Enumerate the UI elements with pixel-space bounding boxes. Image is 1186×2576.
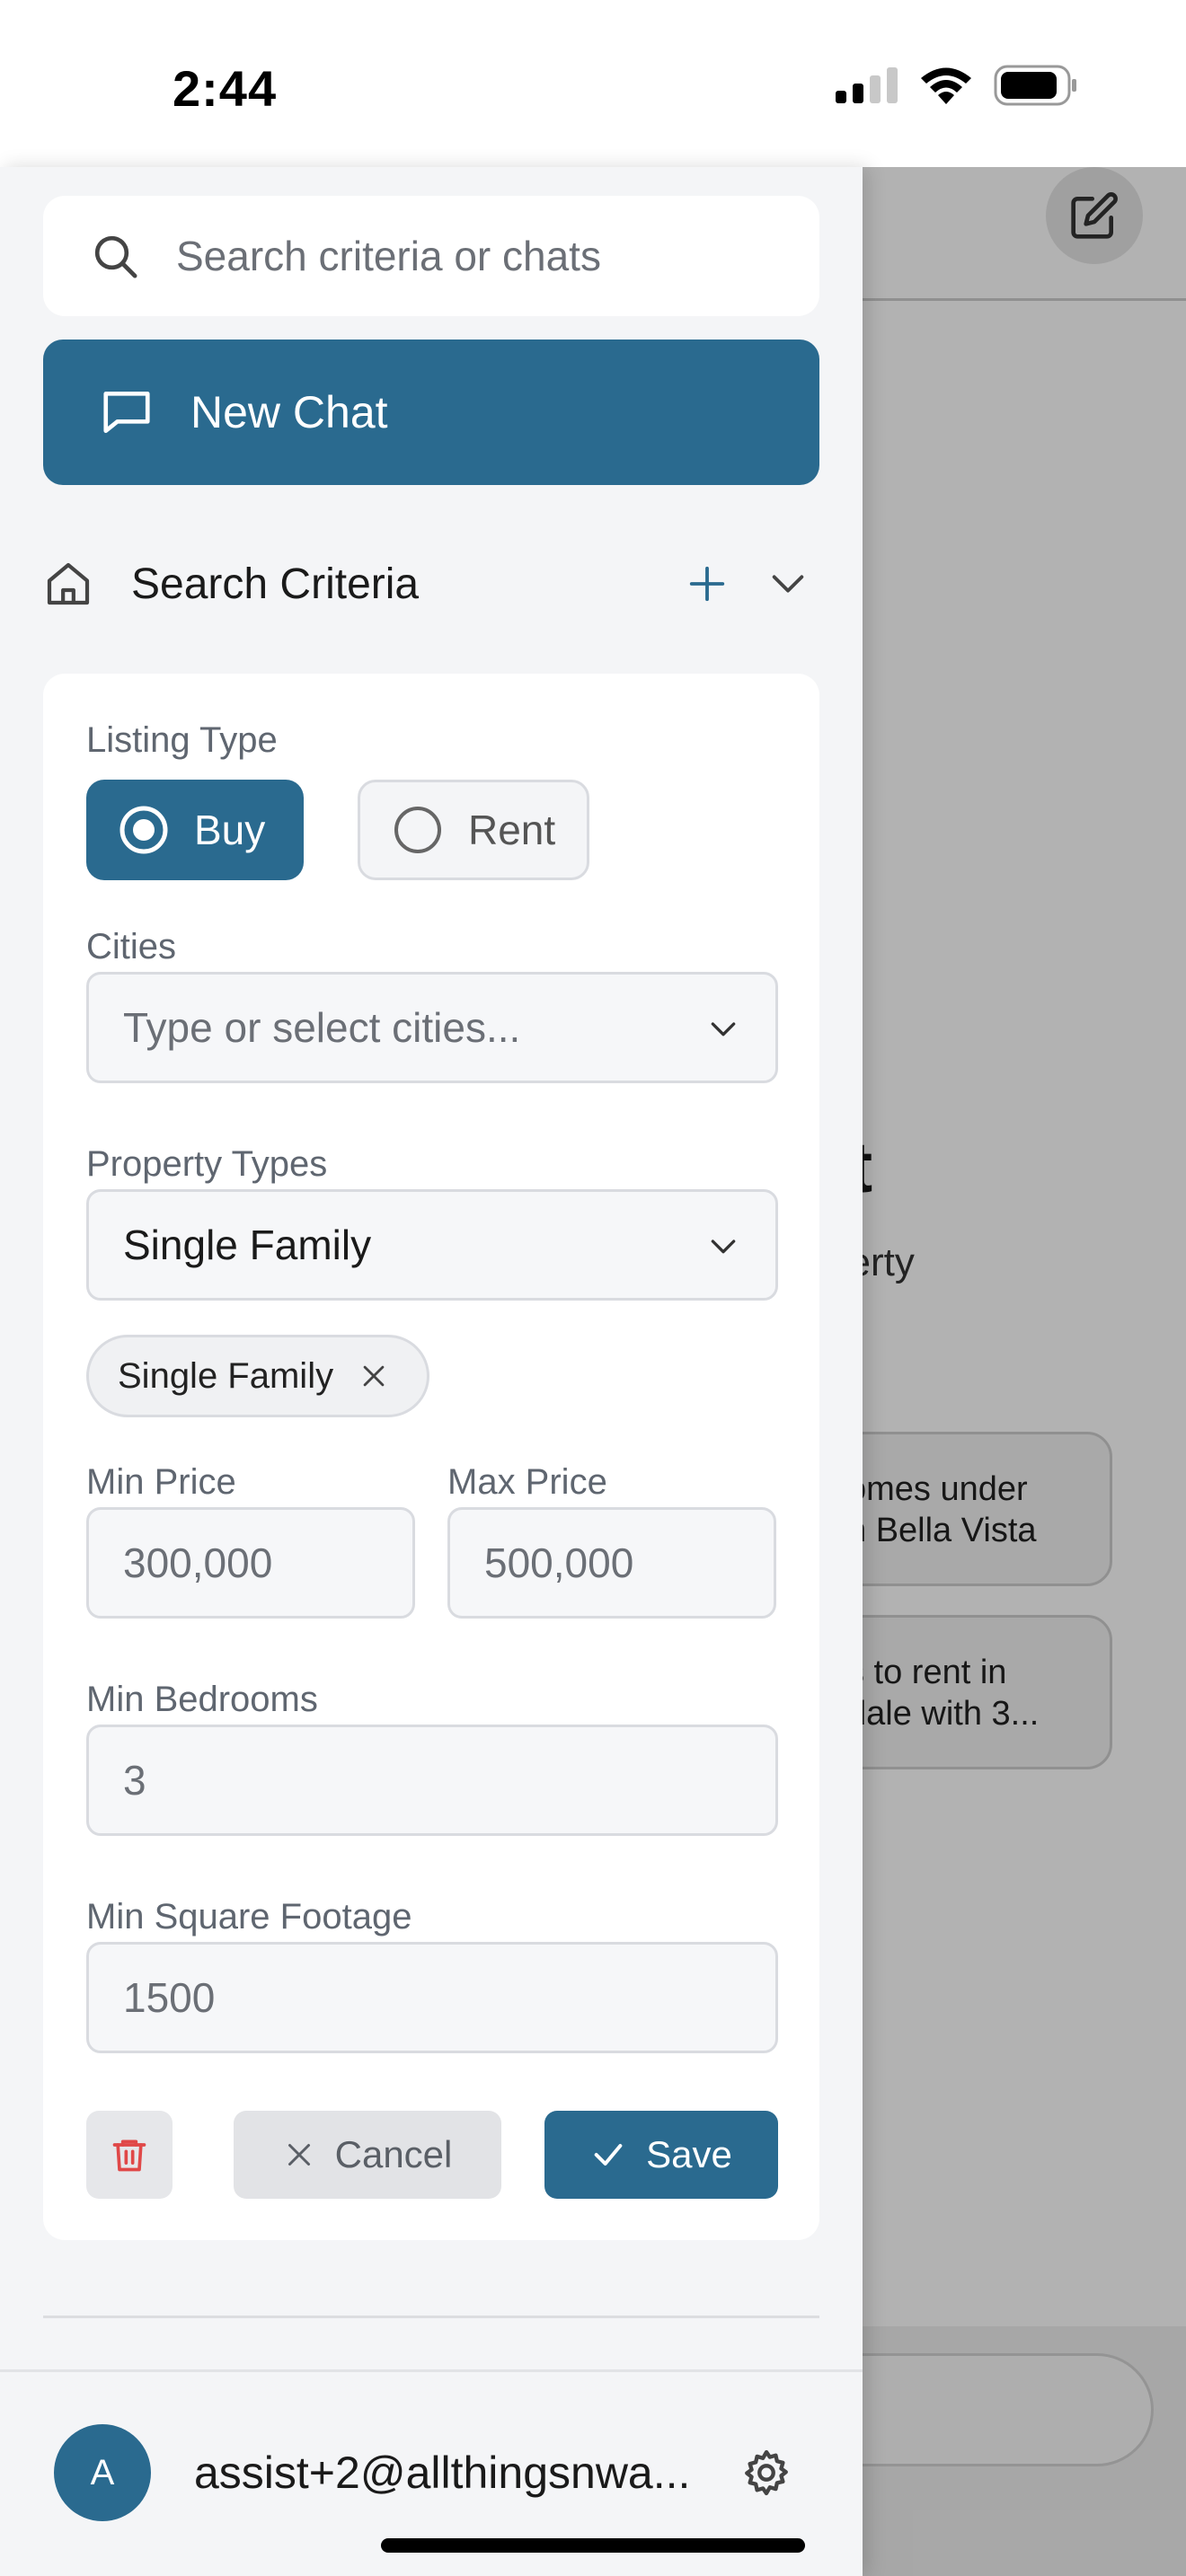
min-sqft-label: Min Square Footage	[86, 1897, 412, 1936]
search-criteria-header[interactable]: Search Criteria	[43, 548, 819, 620]
chevron-down-icon	[711, 1022, 736, 1037]
min-sqft-value: 1500	[123, 1974, 216, 2021]
divider	[43, 2316, 819, 2318]
avatar: A	[54, 2424, 151, 2521]
min-bedrooms-input[interactable]: 3	[86, 1725, 778, 1836]
radio-selected-icon	[119, 806, 168, 854]
chevron-down-icon	[711, 1239, 736, 1254]
wifi-icon	[921, 67, 971, 104]
rent-label: Rent	[468, 807, 556, 853]
listing-type-rent[interactable]: Rent	[358, 780, 589, 880]
min-price-label: Min Price	[86, 1462, 236, 1502]
listing-type-buy[interactable]: Buy	[86, 780, 304, 880]
user-email: assist+2@allthingsnwa...	[194, 2448, 691, 2498]
save-button[interactable]: Save	[544, 2111, 778, 2199]
cellular-signal-icon	[836, 67, 898, 103]
status-time: 2:44	[173, 60, 278, 117]
max-price-input[interactable]: 500,000	[447, 1507, 776, 1619]
save-label: Save	[646, 2133, 732, 2175]
min-bedrooms-value: 3	[123, 1757, 146, 1804]
max-price-value: 500,000	[484, 1539, 634, 1586]
buy-label: Buy	[194, 807, 266, 853]
cities-select[interactable]: Type or select cities...	[86, 972, 778, 1083]
cities-label: Cities	[86, 927, 177, 966]
radio-unselected-icon	[394, 807, 441, 853]
cities-placeholder: Type or select cities...	[123, 1004, 521, 1051]
chip-label: Single Family	[118, 1355, 334, 1396]
status-icons	[836, 65, 1078, 106]
check-icon	[594, 2144, 623, 2166]
property-type-chip: Single Family	[86, 1335, 429, 1417]
property-types-select[interactable]: Single Family	[86, 1189, 778, 1301]
min-price-input[interactable]: 300,000	[86, 1507, 415, 1619]
max-price-label: Max Price	[447, 1462, 607, 1502]
search-icon	[94, 235, 137, 278]
new-chat-button[interactable]: New Chat	[43, 340, 819, 485]
listing-type-label: Listing Type	[86, 720, 278, 760]
cancel-label: Cancel	[334, 2133, 453, 2175]
property-types-label: Property Types	[86, 1144, 328, 1184]
plus-icon[interactable]	[686, 563, 728, 604]
cancel-button[interactable]: Cancel	[234, 2111, 501, 2199]
trash-icon	[112, 2139, 146, 2172]
status-bar: 2:44	[0, 0, 1186, 167]
min-price-value: 300,000	[123, 1539, 273, 1586]
divider	[0, 2369, 863, 2372]
delete-button[interactable]	[86, 2111, 173, 2199]
section-title: Search Criteria	[131, 560, 420, 608]
battery-icon	[994, 65, 1076, 106]
criteria-form: Listing Type Buy Rent Cities Type or sel…	[43, 674, 819, 2240]
home-icon	[47, 562, 90, 605]
sidebar-drawer: Search criteria or chats New Chat Search…	[0, 167, 863, 2576]
chevron-down-icon[interactable]	[767, 563, 809, 604]
chat-bubble-icon	[103, 392, 150, 433]
search-input[interactable]: Search criteria or chats	[43, 196, 819, 316]
min-bedrooms-label: Min Bedrooms	[86, 1680, 318, 1719]
home-indicator	[381, 2538, 805, 2553]
new-chat-label: New Chat	[190, 387, 388, 437]
gear-icon[interactable]	[740, 2447, 792, 2499]
close-icon	[288, 2144, 310, 2166]
search-placeholder: Search criteria or chats	[176, 233, 601, 279]
min-sqft-input[interactable]: 1500	[86, 1942, 778, 2053]
close-icon[interactable]	[358, 1361, 389, 1391]
property-types-value: Single Family	[123, 1222, 372, 1268]
user-account-row[interactable]: A assist+2@allthingsnwa...	[54, 2423, 809, 2522]
